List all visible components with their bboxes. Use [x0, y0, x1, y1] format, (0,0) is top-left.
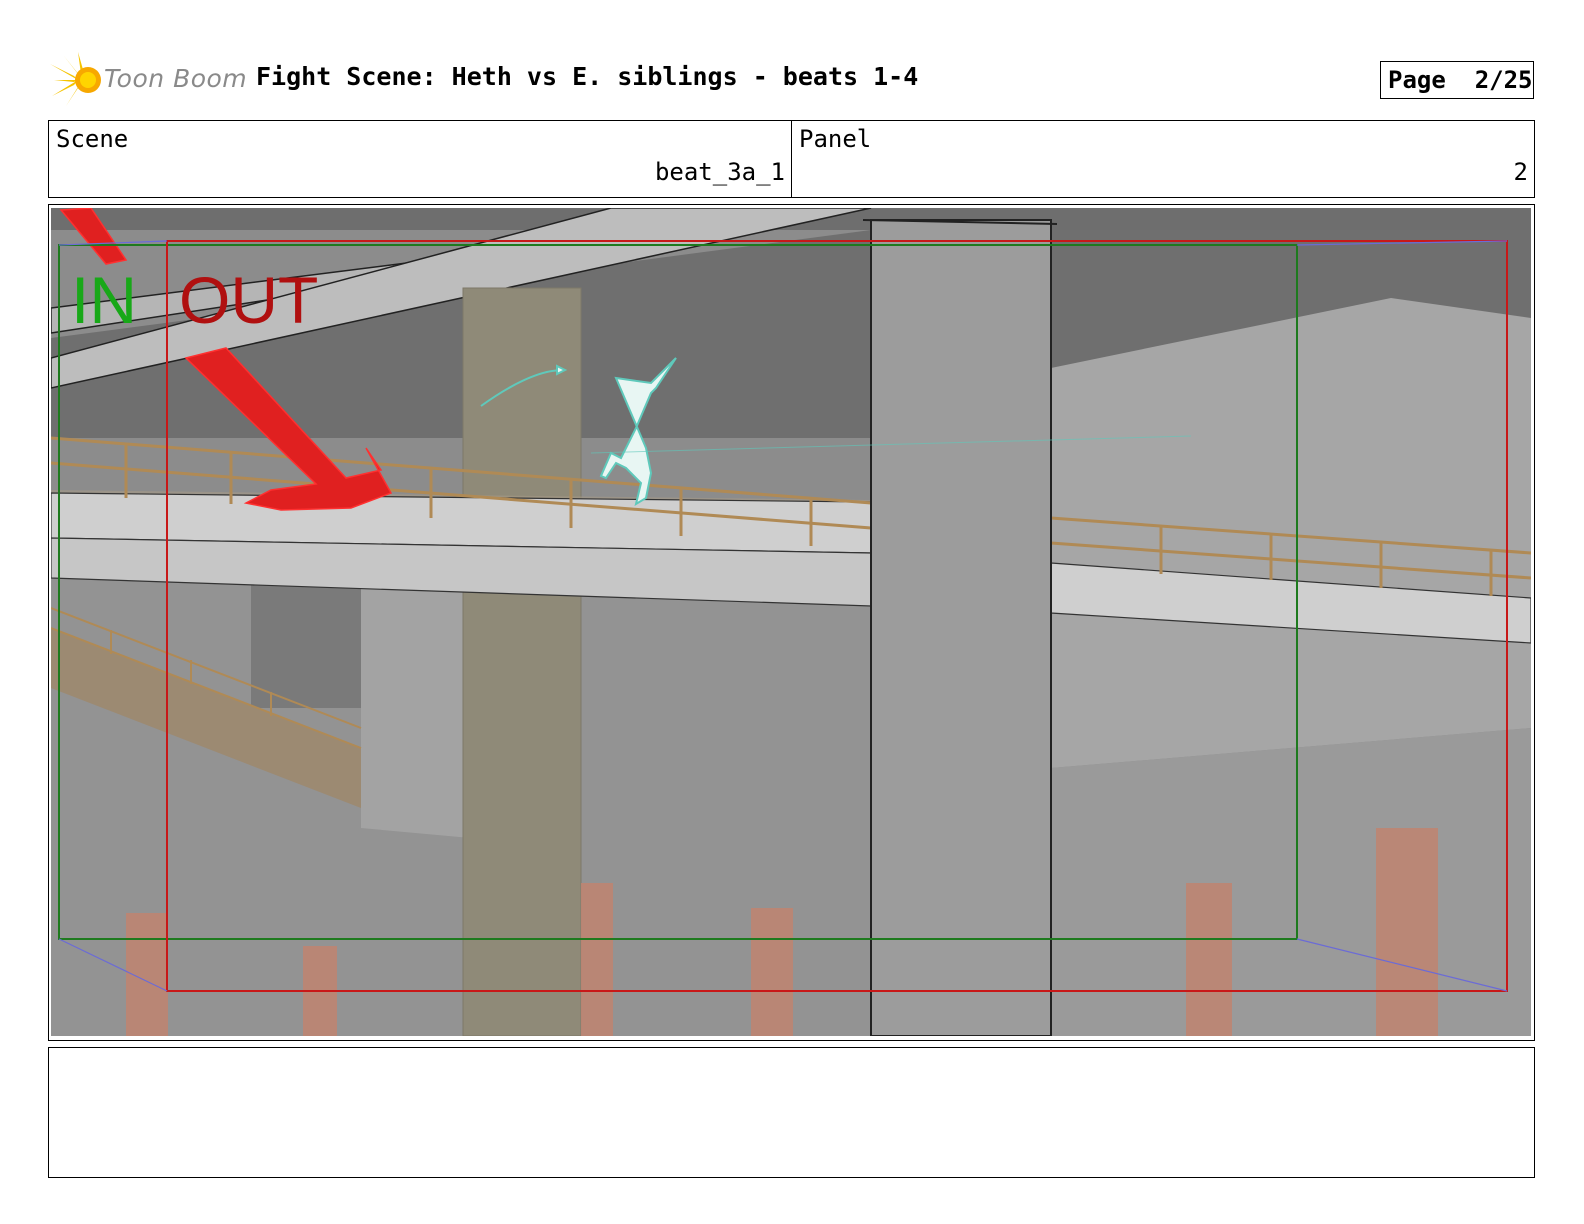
- storyboard-title: Fight Scene: Heth vs E. siblings - beats…: [256, 62, 919, 91]
- in-label: IN: [71, 263, 137, 337]
- block-1: [251, 568, 361, 708]
- right-lower-wall: [1051, 728, 1531, 1036]
- logo-wordmark: Toon Boom: [104, 64, 248, 93]
- panel-cell: Panel 2: [792, 121, 1534, 197]
- right-wall: [1051, 298, 1531, 768]
- scene-label: Scene: [56, 125, 129, 153]
- scene-value: beat_3a_1: [654, 158, 785, 186]
- panel-value: 2: [1513, 158, 1528, 186]
- out-label: OUT: [179, 263, 318, 337]
- page-indicator: Page 2/25: [1380, 61, 1534, 99]
- notes-box: [48, 1047, 1535, 1178]
- panel-label: Panel: [799, 125, 872, 153]
- foreground-column: [870, 219, 1052, 1036]
- scene-cell: Scene beat_3a_1: [49, 121, 792, 197]
- panel-artwork: IN OUT: [51, 208, 1531, 1036]
- page-number: 2/25: [1474, 66, 1533, 94]
- scene-panel-info: Scene beat_3a_1 Panel 2: [48, 120, 1535, 198]
- tan-pillar: [463, 288, 581, 1036]
- page-label: Page: [1388, 66, 1446, 94]
